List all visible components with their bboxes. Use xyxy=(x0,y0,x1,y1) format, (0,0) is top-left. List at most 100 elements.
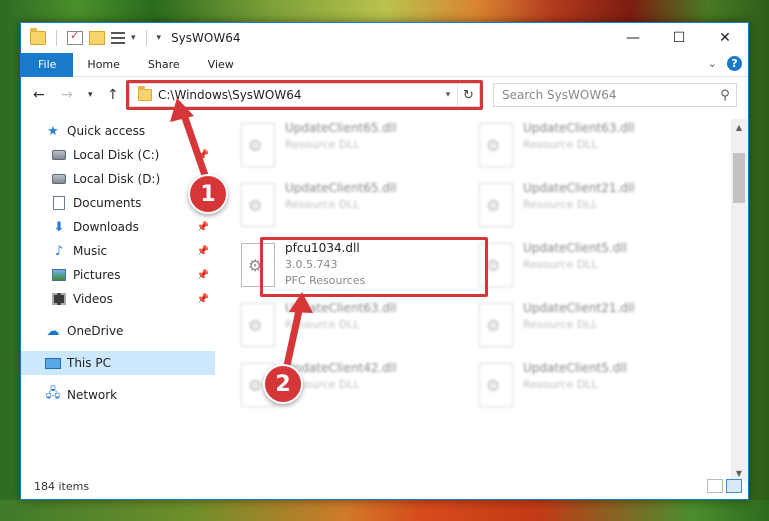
sidebar-item-local-disk-c[interactable]: Local Disk (C:) 📌 xyxy=(21,143,215,167)
file-name: UpdateClient21.dll xyxy=(523,181,635,195)
file-description: Resource DLL xyxy=(523,198,598,211)
file-description: Resource DLL xyxy=(523,258,598,271)
dll-file-icon xyxy=(241,303,275,347)
view-options-icon[interactable] xyxy=(111,32,125,44)
file-description: Resource DLL xyxy=(285,138,360,151)
expand-ribbon-icon[interactable]: ⌄ xyxy=(708,57,717,70)
up-arrow-icon[interactable]: ↑ xyxy=(107,87,119,103)
sidebar-item-label: OneDrive xyxy=(67,324,124,338)
disk-icon xyxy=(51,172,67,186)
customize-toolbar-icon[interactable]: ▾ xyxy=(157,33,162,43)
properties-icon[interactable] xyxy=(67,29,83,45)
file-name: UpdateClient21.dll xyxy=(523,301,635,315)
disk-icon xyxy=(51,148,67,162)
address-highlight-box xyxy=(126,80,483,110)
computer-icon xyxy=(45,356,61,370)
file-item[interactable]: UpdateClient5.dll Resource DLL xyxy=(473,359,701,411)
file-description: Resource DLL xyxy=(523,378,598,391)
maximize-button[interactable]: ☐ xyxy=(656,23,702,53)
window-controls: — ☐ ✕ xyxy=(610,23,748,53)
download-icon: ⬇ xyxy=(53,219,65,235)
sidebar-item-music[interactable]: ♪ Music 📌 xyxy=(21,239,215,263)
view-buttons xyxy=(707,479,742,493)
large-icons-view-icon[interactable] xyxy=(726,479,742,493)
sidebar-item-network[interactable]: 🖧 Network xyxy=(21,383,215,407)
search-input[interactable] xyxy=(502,88,714,102)
dll-file-icon xyxy=(479,183,513,227)
music-icon: ♪ xyxy=(54,243,64,259)
file-name: UpdateClient5.dll xyxy=(523,361,627,375)
file-item[interactable]: UpdateClient5.dll Resource DLL xyxy=(473,239,701,291)
back-arrow-icon[interactable]: ← xyxy=(33,87,45,103)
file-item[interactable]: UpdateClient21.dll Resource DLL xyxy=(473,299,701,351)
documents-icon xyxy=(51,196,67,210)
sidebar-item-quick-access[interactable]: ★ Quick access xyxy=(21,119,215,143)
file-list: UpdateClient65.dll Resource DLL UpdateCli… xyxy=(235,119,733,474)
chevron-down-icon[interactable]: ▾ xyxy=(131,33,136,43)
vertical-scrollbar[interactable]: ▲ ▼ xyxy=(731,119,747,481)
sidebar-item-documents[interactable]: Documents 📌 xyxy=(21,191,215,215)
close-button[interactable]: ✕ xyxy=(702,23,748,53)
dll-file-icon xyxy=(241,183,275,227)
scrollbar-thumb[interactable] xyxy=(733,153,745,203)
forward-arrow-icon[interactable]: → xyxy=(61,87,73,103)
file-item[interactable]: UpdateClient21.dll Resource DLL xyxy=(473,179,701,231)
search-icon[interactable]: ⚲ xyxy=(714,88,736,103)
navigation-pane: ★ Quick access Local Disk (C:) 📌 Local D… xyxy=(21,119,215,479)
dll-file-icon xyxy=(241,123,275,167)
window-title: SysWOW64 xyxy=(171,31,241,45)
pin-icon[interactable]: 📌 xyxy=(197,150,209,161)
pin-icon[interactable]: 📌 xyxy=(197,294,209,305)
file-highlight-box xyxy=(260,237,488,297)
file-item[interactable]: UpdateClient63.dll Resource DLL xyxy=(235,299,463,351)
sidebar-item-label: Local Disk (D:) xyxy=(73,172,161,186)
file-item[interactable]: UpdateClient65.dll Resource DLL xyxy=(235,179,463,231)
file-name: UpdateClient42.dll xyxy=(285,361,397,375)
step-1-badge: 1 xyxy=(188,174,228,214)
dll-file-icon xyxy=(479,123,513,167)
recent-locations-icon[interactable]: ▾ xyxy=(88,90,93,100)
sidebar-item-onedrive[interactable]: ☁ OneDrive xyxy=(21,319,215,343)
pin-icon[interactable]: 📌 xyxy=(197,270,209,281)
videos-icon xyxy=(51,292,67,306)
navigation-bar: ← → ▾ ↑ C:\Windows\SysWOW64 ▾ ↻ ⚲ xyxy=(21,79,748,111)
star-icon: ★ xyxy=(47,123,59,139)
file-item[interactable]: UpdateClient65.dll Resource DLL xyxy=(235,119,463,171)
status-bar: 184 items xyxy=(21,473,748,499)
file-item[interactable]: UpdateClient63.dll Resource DLL xyxy=(473,119,701,171)
details-view-icon[interactable] xyxy=(707,479,723,493)
dll-file-icon xyxy=(479,363,513,407)
sidebar-item-pictures[interactable]: Pictures 📌 xyxy=(21,263,215,287)
tab-share[interactable]: Share xyxy=(134,53,194,77)
sidebar-item-label: Pictures xyxy=(73,268,121,282)
divider xyxy=(56,30,57,46)
cloud-icon: ☁ xyxy=(46,323,60,339)
minimize-button[interactable]: — xyxy=(610,23,656,53)
pin-icon[interactable]: 📌 xyxy=(197,222,209,233)
search-box[interactable]: ⚲ xyxy=(493,83,737,107)
pictures-icon xyxy=(51,268,67,282)
desktop-background xyxy=(0,500,769,521)
file-description: Resource DLL xyxy=(523,318,598,331)
sidebar-item-this-pc[interactable]: This PC xyxy=(21,351,215,375)
help-icon[interactable]: ? xyxy=(727,56,742,71)
file-name: UpdateClient63.dll xyxy=(523,121,635,135)
tab-view[interactable]: View xyxy=(194,53,248,77)
tab-home[interactable]: Home xyxy=(73,53,133,77)
sidebar-item-label: Documents xyxy=(73,196,142,210)
file-explorer-window: ▾ ▾ SysWOW64 — ☐ ✕ File Home Share View … xyxy=(20,22,749,500)
file-description: Resource DLL xyxy=(523,138,598,151)
sidebar-item-downloads[interactable]: ⬇ Downloads 📌 xyxy=(21,215,215,239)
sidebar-item-label: Videos xyxy=(73,292,113,306)
scroll-up-icon[interactable]: ▲ xyxy=(731,119,747,135)
sidebar-item-label: Quick access xyxy=(67,124,146,138)
new-folder-icon[interactable] xyxy=(89,31,105,45)
sidebar-item-label: This PC xyxy=(67,356,111,370)
tab-file[interactable]: File xyxy=(21,52,74,77)
sidebar-item-videos[interactable]: Videos 📌 xyxy=(21,287,215,311)
file-name: UpdateClient5.dll xyxy=(523,241,627,255)
item-count: 184 items xyxy=(34,479,90,493)
file-name: UpdateClient63.dll xyxy=(285,301,397,315)
sidebar-item-local-disk-d[interactable]: Local Disk (D:) xyxy=(21,167,215,191)
pin-icon[interactable]: 📌 xyxy=(197,246,209,257)
